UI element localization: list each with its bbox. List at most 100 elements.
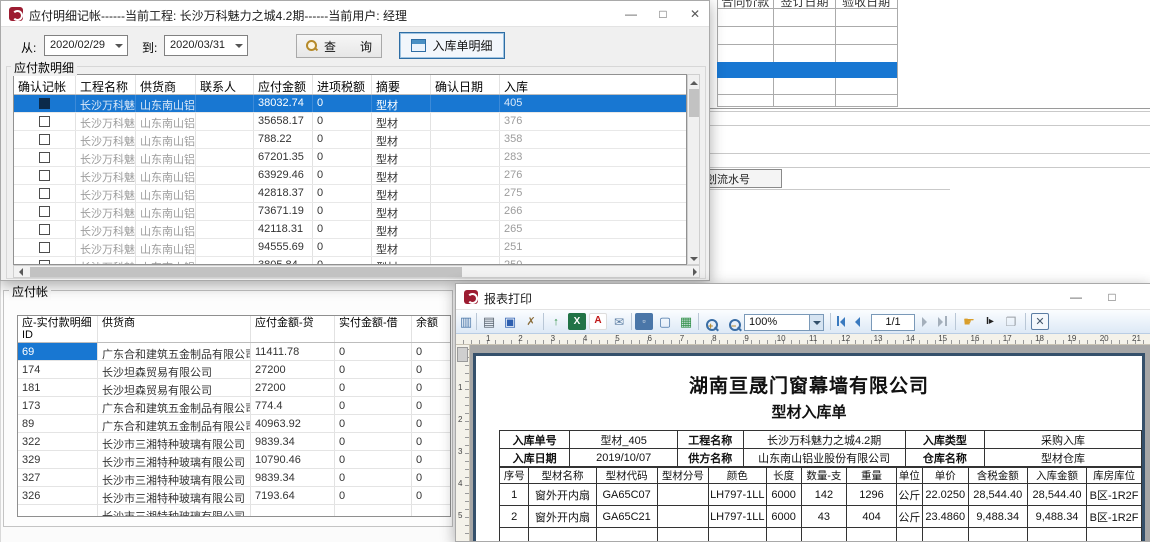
print-icon[interactable]: ▤ <box>480 313 498 330</box>
mail-icon[interactable]: ✉ <box>610 313 628 330</box>
payable-row[interactable]: 长沙万科魅力...山东南山铝业...38032.740型材405 <box>14 95 686 113</box>
payable-row[interactable]: 长沙万科魅力...山东南山铝业...42818.370型材275 <box>14 185 686 203</box>
text-select-icon[interactable]: I▸ <box>981 313 999 330</box>
titlebar[interactable]: 报表打印 — □ ✕ <box>456 284 1150 310</box>
confirm-checkbox[interactable] <box>39 134 50 145</box>
scrollbar-thumb[interactable] <box>30 267 462 277</box>
export-icon[interactable]: ↑ <box>547 313 565 330</box>
scroll-down-icon[interactable] <box>690 257 698 265</box>
zoom-out-icon[interactable]: − <box>725 316 727 330</box>
copy-icon[interactable]: ❐ <box>1002 313 1020 330</box>
column-header[interactable]: 应付金额-贷 <box>251 316 335 342</box>
payables-row[interactable]: 173广东合和建筑五金制品有限公司774.400 <box>18 397 450 415</box>
payables-row[interactable]: 329长沙市三湘特种玻璃有限公司10790.4600 <box>18 451 450 469</box>
cell: 0 <box>313 203 372 220</box>
payable-row[interactable]: 长沙万科魅力...山东南山铝业...73671.190型材266 <box>14 203 686 221</box>
page-setup-icon[interactable]: ▢ <box>656 313 674 330</box>
payables-row[interactable]: 322长沙市三湘特种玻璃有限公司9839.3400 <box>18 433 450 451</box>
first-page-icon[interactable] <box>837 316 839 326</box>
column-header[interactable]: 工程名称 <box>76 75 136 94</box>
cell: 275 <box>500 185 686 202</box>
column-header[interactable]: 入库 <box>500 75 686 94</box>
column-header[interactable]: 确认记帐 <box>14 75 76 94</box>
payable-row[interactable]: 长沙万科魅力...山东南山铝业...63929.460型材276 <box>14 167 686 185</box>
close-preview-icon[interactable]: ✕ <box>1031 313 1049 330</box>
payables-row[interactable]: 326长沙市三湘特种玻璃有限公司7193.6400 <box>18 487 450 505</box>
pdf-export-icon[interactable]: A <box>589 313 607 330</box>
from-date-combo[interactable]: 2020/02/29 <box>44 35 128 56</box>
payable-row[interactable]: 长沙万科魅力...山东南山铝业...788.220型材358 <box>14 131 686 149</box>
column-header[interactable]: 实付金额-借 <box>335 316 412 342</box>
close-button[interactable]: ✕ <box>1141 284 1150 310</box>
column-header[interactable]: 进项税额 <box>313 75 372 94</box>
detail-cell: 2 <box>500 506 529 528</box>
excel-export-icon[interactable]: X <box>568 313 586 330</box>
confirm-checkbox[interactable] <box>39 170 50 181</box>
maximize-button[interactable]: □ <box>647 1 679 27</box>
pan-hand-icon[interactable]: ☛ <box>960 313 978 330</box>
confirm-checkbox[interactable] <box>39 224 50 235</box>
confirm-checkbox[interactable] <box>39 206 50 217</box>
payable-row[interactable]: 长沙万科魅力...山东南山铝业...35658.170型材376 <box>14 113 686 131</box>
column-header[interactable]: 余额 <box>412 316 450 342</box>
confirm-checkbox[interactable] <box>39 116 50 127</box>
grid-line <box>773 0 774 107</box>
document-icon[interactable]: ▥ <box>457 313 475 330</box>
settings-icon[interactable]: ✗ <box>522 313 540 330</box>
zoom-level-combo[interactable]: 100% <box>744 314 824 331</box>
payable-row[interactable]: 长沙万科魅力...山东南山铝业...3805.840型材250 <box>14 257 686 265</box>
zoom-in-icon[interactable]: + <box>702 316 704 330</box>
save-icon[interactable]: ▫ <box>635 313 653 330</box>
payables-row[interactable]: 327长沙市三湘特种玻璃有限公司9839.3400 <box>18 469 450 487</box>
maximize-button[interactable]: □ <box>1096 284 1128 310</box>
detail-cell: 窗外开内扇 <box>529 484 596 506</box>
payables-row[interactable]: 181长沙坦森贸易有限公司2720000 <box>18 379 450 397</box>
scroll-right-icon[interactable] <box>693 268 701 276</box>
inbound-detail-button[interactable]: 入库单明细 <box>399 32 505 59</box>
last-page-icon[interactable] <box>945 316 947 326</box>
checkbox-cell <box>14 185 76 202</box>
payables-row[interactable]: 89广东合和建筑五金制品有限公司40963.9200 <box>18 415 450 433</box>
grid-icon[interactable]: ▦ <box>677 313 695 330</box>
scroll-up-icon[interactable] <box>690 77 698 85</box>
confirm-checkbox[interactable] <box>39 242 50 253</box>
column-header[interactable]: 确认日期 <box>431 75 500 94</box>
previous-page-icon[interactable] <box>855 317 860 327</box>
scrollbar-thumb[interactable] <box>689 89 699 117</box>
scroll-left-icon[interactable] <box>15 268 23 276</box>
payables-row[interactable]: 69广东合和建筑五金制品有限公司11411.7800 <box>18 343 450 361</box>
next-page-icon[interactable] <box>922 317 927 327</box>
confirm-checkbox[interactable] <box>39 152 50 163</box>
horizontal-scrollbar[interactable] <box>13 265 700 278</box>
minimize-button[interactable]: — <box>615 1 647 27</box>
bg-selected-row[interactable] <box>717 62 897 78</box>
column-header[interactable]: 供货商 <box>98 316 251 342</box>
payable-row[interactable]: 长沙万科魅力...山东南山铝业...67201.350型材283 <box>14 149 686 167</box>
column-header[interactable]: 供货商 <box>136 75 196 94</box>
detail-cell <box>1027 528 1086 542</box>
last-page-icon[interactable] <box>938 317 943 327</box>
minimize-button[interactable]: — <box>1060 284 1092 310</box>
titlebar[interactable]: 应付明细记帐------当前工程: 长沙万科魅力之城4.2期------当前用户… <box>1 1 709 27</box>
payable-row[interactable]: 长沙万科魅力...山东南山铝业...42118.310型材265 <box>14 221 686 239</box>
payables-row[interactable]: 174长沙坦森贸易有限公司2720000 <box>18 361 450 379</box>
detail-cell: 公斤 <box>896 484 922 506</box>
print-preview-area[interactable]: 湖南亘晟门窗幕墙有限公司 型材入库单 入库单号型材_405工程名称长沙万科魅力之… <box>470 345 1150 541</box>
to-date-combo[interactable]: 2020/03/31 <box>164 35 248 56</box>
first-page-icon[interactable] <box>840 317 845 327</box>
detail-cell <box>1087 528 1142 542</box>
payables-row[interactable]: 长沙市三湘特种玻璃有限公司 <box>18 505 450 517</box>
column-header[interactable]: 联系人 <box>196 75 254 94</box>
close-button[interactable]: ✕ <box>679 1 711 27</box>
book-icon[interactable]: ▣ <box>501 313 519 330</box>
column-header[interactable]: 摘要 <box>372 75 431 94</box>
ruler-marker[interactable] <box>457 347 468 362</box>
payable-row[interactable]: 长沙万科魅力...山东南山铝业...94555.690型材251 <box>14 239 686 257</box>
column-header[interactable]: 应付金额 <box>254 75 313 94</box>
vertical-scrollbar[interactable] <box>687 74 700 265</box>
column-header[interactable]: 应-实付款明细ID <box>18 316 98 342</box>
page-number-field[interactable]: 1/1 <box>871 314 915 331</box>
confirm-checkbox[interactable] <box>39 98 50 109</box>
query-button[interactable]: 查 询 <box>296 34 382 58</box>
confirm-checkbox[interactable] <box>39 188 50 199</box>
